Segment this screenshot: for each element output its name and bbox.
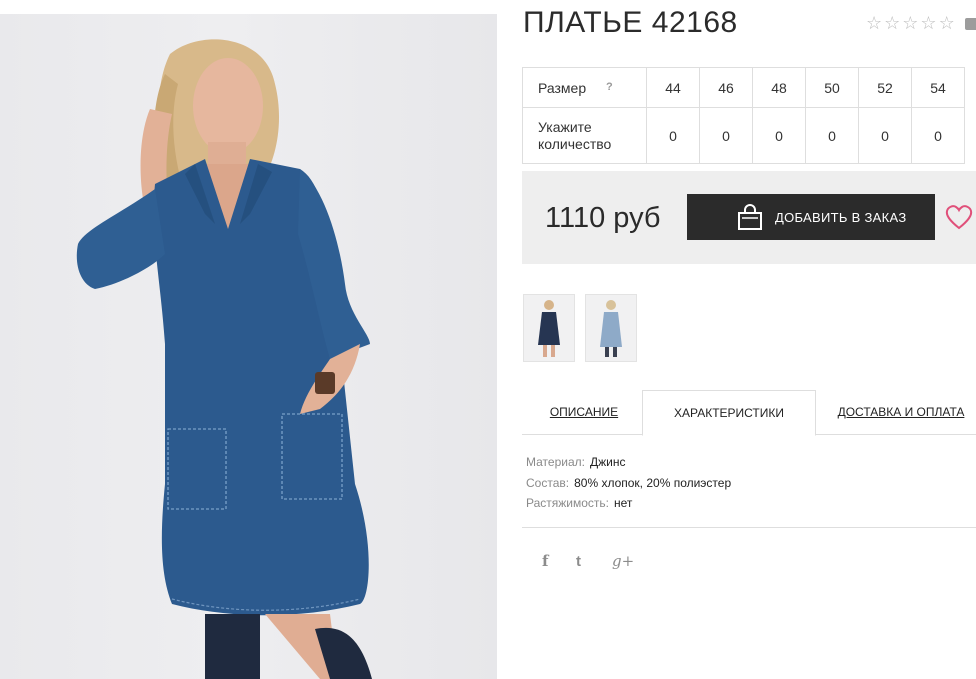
size-label-cell: Размер ?: [522, 67, 647, 108]
quantity-input-44[interactable]: 0: [646, 107, 700, 164]
spec-value: Джинс: [589, 455, 626, 469]
quantity-label-line1: Укажите: [538, 118, 592, 135]
heart-icon[interactable]: [945, 204, 973, 235]
size-54: 54: [911, 67, 965, 108]
size-52: 52: [858, 67, 912, 108]
star-icon[interactable]: ☆: [902, 14, 918, 32]
spec-row-stretch: Растяжимость: нет: [526, 493, 731, 514]
size-46: 46: [699, 67, 753, 108]
characteristics-list: Материал: Джинс Состав: 80% хлопок, 20% по…: [526, 452, 731, 514]
spec-key: Материал:: [526, 455, 585, 469]
spec-value: 80% хлопок, 20% полиэстер: [574, 475, 732, 490]
product-photo: [0, 14, 497, 679]
shopping-bag-icon: [737, 204, 763, 230]
quantity-input-54[interactable]: 0: [911, 107, 965, 164]
dark-denim-dress-thumb: [538, 300, 560, 357]
tab-characteristics[interactable]: ХАРАКТЕРИСТИКИ: [642, 390, 816, 436]
rating-stars[interactable]: ☆ ☆ ☆ ☆ ☆: [866, 14, 955, 32]
tab-delivery-payment[interactable]: ДОСТАВКА И ОПЛАТА: [833, 390, 969, 434]
spec-row-material: Материал: Джинс: [526, 452, 731, 473]
size-50: 50: [805, 67, 859, 108]
google-plus-icon[interactable]: g+: [612, 552, 634, 570]
thumbnail-light-dress[interactable]: [585, 294, 637, 362]
denim-dress-photo: [76, 39, 372, 679]
twitter-icon[interactable]: t: [576, 553, 581, 570]
star-icon[interactable]: ☆: [920, 14, 936, 32]
star-icon[interactable]: ☆: [884, 14, 900, 32]
price: 1110 руб: [545, 202, 661, 234]
spec-key: Растяжимость:: [526, 496, 610, 510]
spec-row-composition: Состав: 80% хлопок, 20% полиэстер: [526, 473, 731, 494]
quantity-label-cell: Укажите количество: [522, 107, 647, 164]
quantity-input-48[interactable]: 0: [752, 107, 806, 164]
quantity-input-52[interactable]: 0: [858, 107, 912, 164]
size-44: 44: [646, 67, 700, 108]
comment-icon[interactable]: [965, 18, 976, 30]
star-icon[interactable]: ☆: [939, 14, 955, 32]
help-icon[interactable]: ?: [606, 81, 613, 93]
facebook-icon[interactable]: f: [542, 552, 548, 570]
thumbnail-dark-dress[interactable]: [523, 294, 575, 362]
add-to-order-button[interactable]: ДОБАВИТЬ В ЗАКАЗ: [687, 194, 935, 240]
specs-divider: [522, 527, 976, 528]
size-table: Размер ? 44 46 48 50 52 54 Укажите колич…: [522, 67, 965, 164]
quantity-input-50[interactable]: 0: [805, 107, 859, 164]
add-to-order-label: ДОБАВИТЬ В ЗАКАЗ: [775, 209, 907, 225]
star-icon[interactable]: ☆: [866, 14, 882, 32]
tab-description[interactable]: ОПИСАНИЕ: [540, 390, 628, 434]
size-48: 48: [752, 67, 806, 108]
spec-value: нет: [614, 496, 633, 510]
product-title: ПЛАТЬЕ 42168: [523, 6, 738, 39]
quantity-label-line2: количество: [538, 135, 612, 152]
size-label: Размер: [538, 79, 587, 96]
price-box: 1110 руб ДОБАВИТЬ В ЗАКАЗ: [522, 171, 976, 264]
spec-key: Состав:: [526, 475, 570, 490]
light-denim-dress-thumb: [600, 300, 622, 357]
quantity-input-46[interactable]: 0: [699, 107, 753, 164]
